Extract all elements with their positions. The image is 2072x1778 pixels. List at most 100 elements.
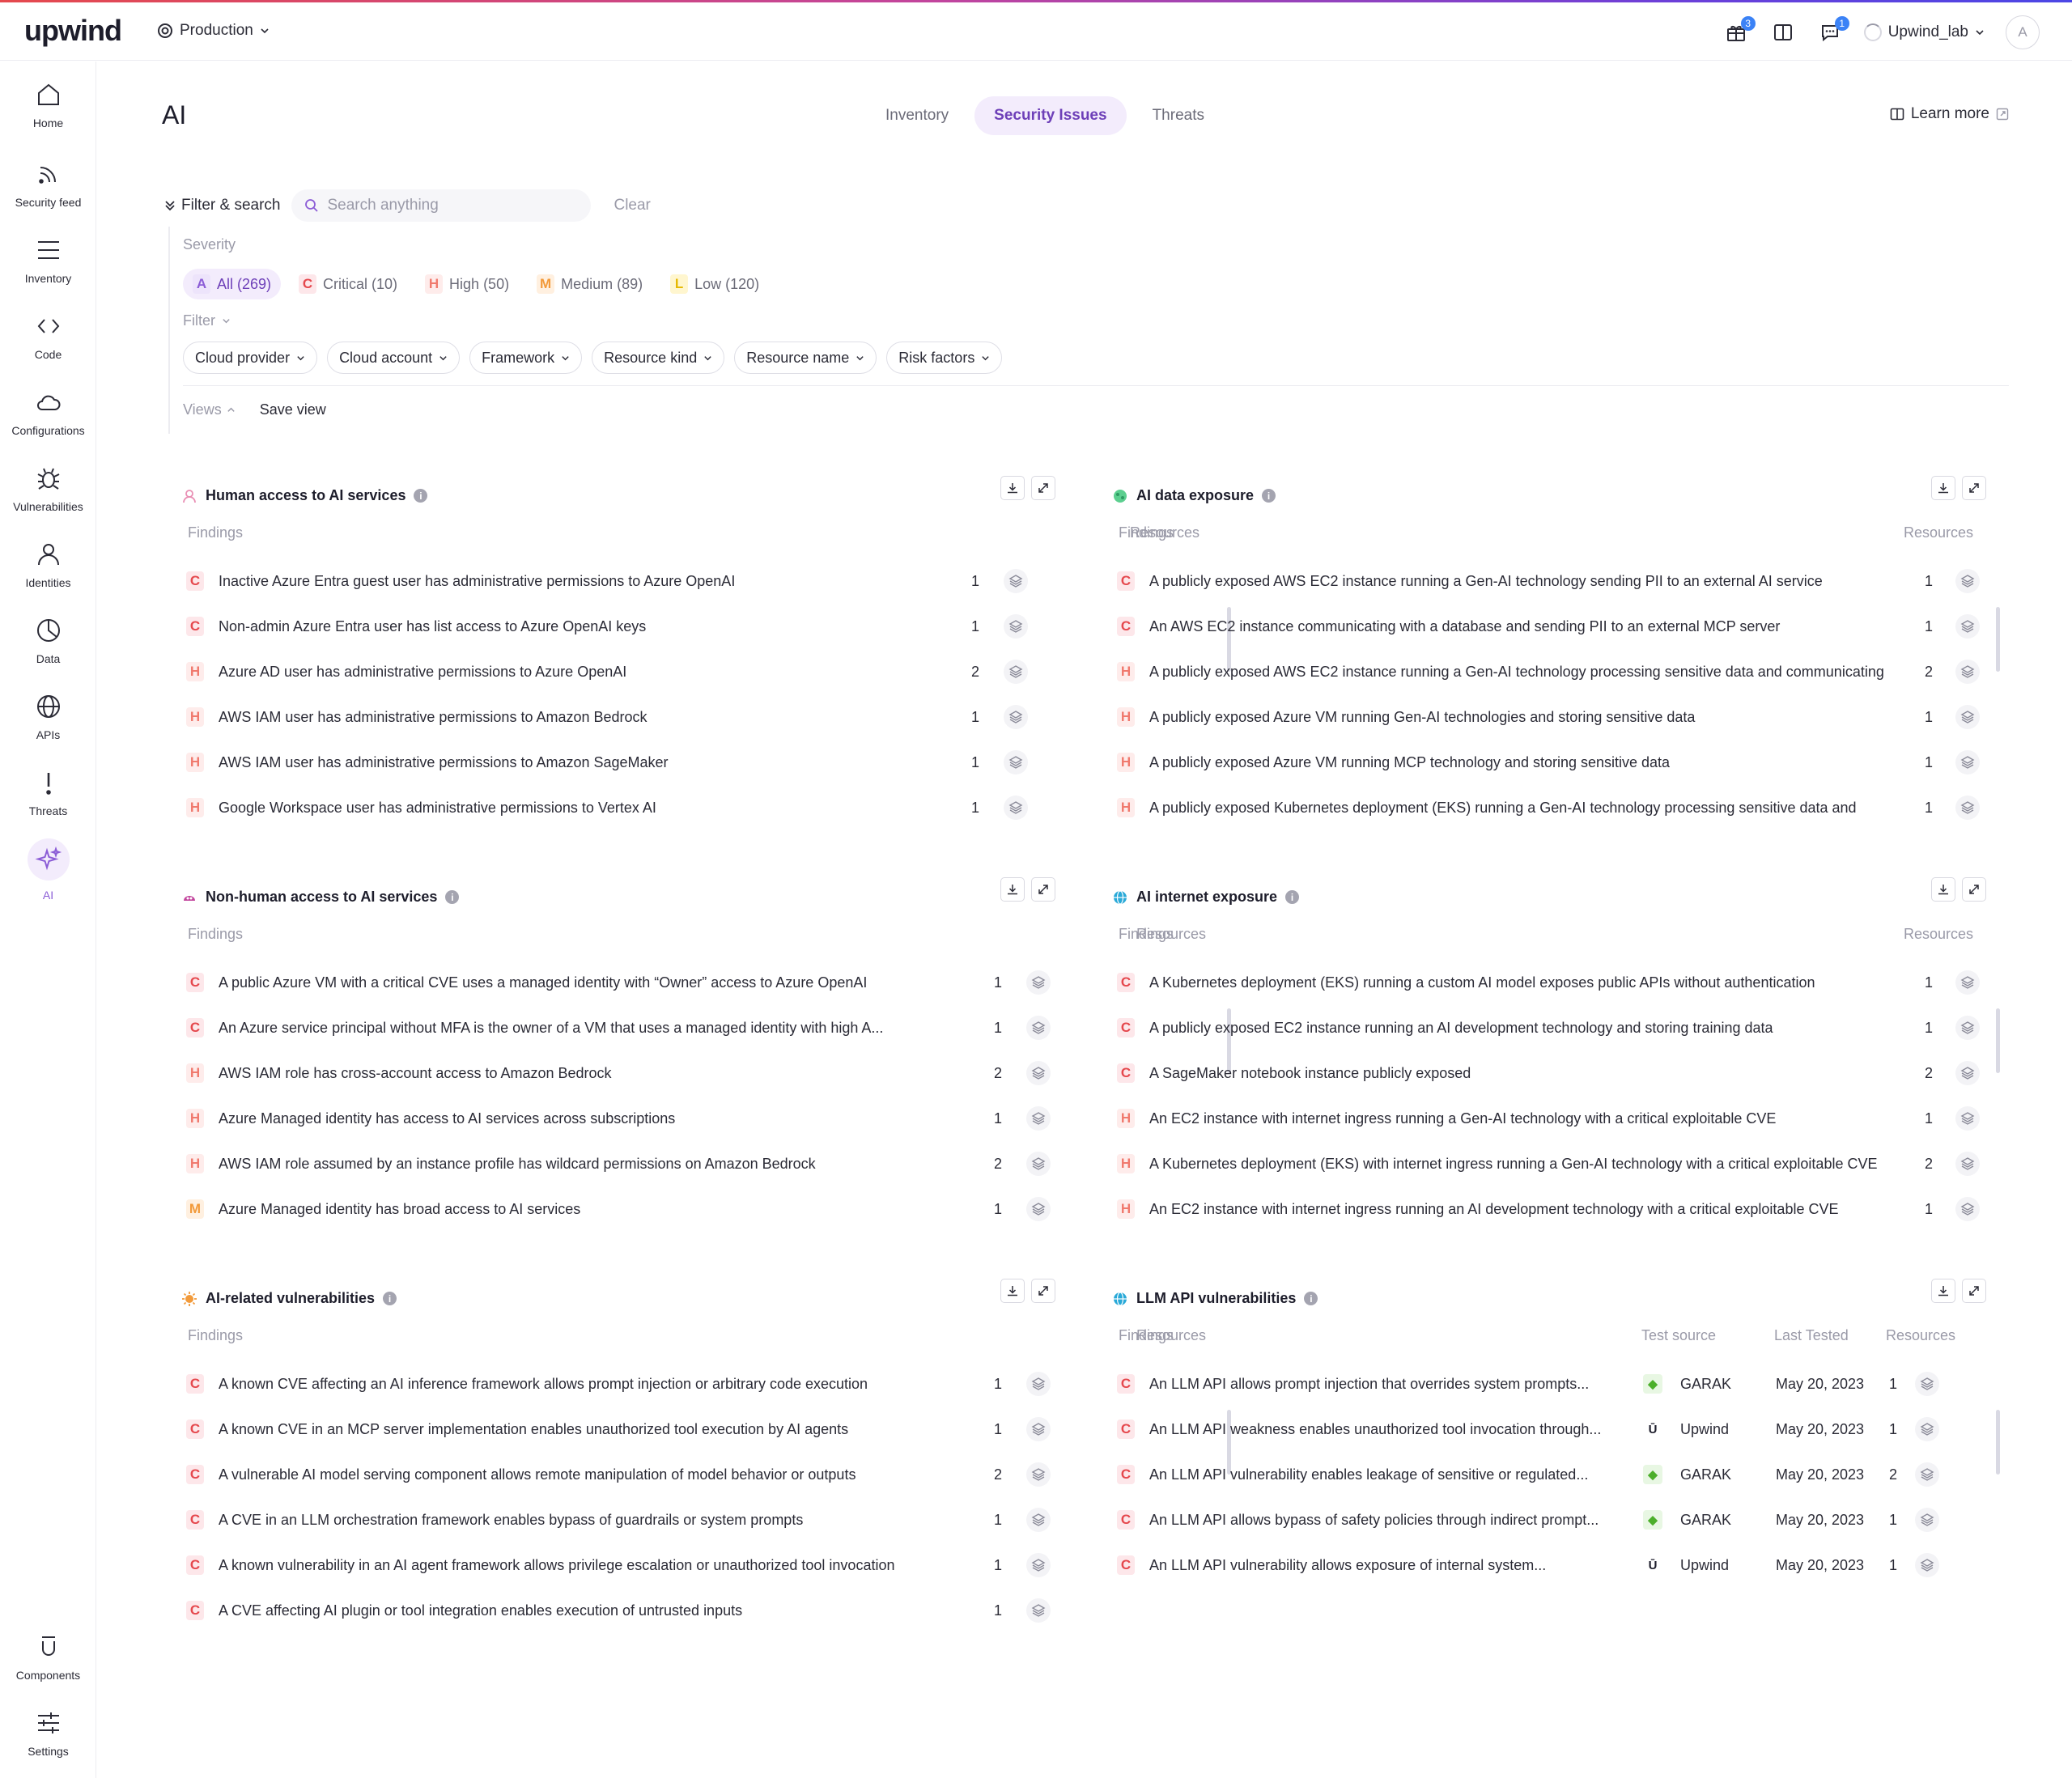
- resources-button[interactable]: [1026, 1508, 1051, 1532]
- finding-row[interactable]: C A known CVE in an MCP server implementa…: [162, 1407, 1051, 1452]
- finding-row[interactable]: H Azure AD user has administrative permis…: [162, 649, 1044, 694]
- resources-button[interactable]: [1026, 970, 1051, 995]
- finding-row[interactable]: C A known CVE affecting an AI inference f…: [162, 1361, 1051, 1407]
- finding-row[interactable]: H An EC2 instance with internet ingress r…: [1093, 1186, 1980, 1232]
- finding-row[interactable]: C A Kubernetes deployment (EKS) running a…: [1093, 960, 1980, 1005]
- download-button[interactable]: [1000, 1279, 1025, 1303]
- filter-chip-cloud-provider[interactable]: Cloud provider: [183, 342, 318, 374]
- scrollbar[interactable]: [1996, 1410, 2000, 1475]
- sidebar-item-ai[interactable]: AI: [0, 838, 96, 902]
- finding-row[interactable]: C An Azure service principal without MFA …: [162, 1005, 1051, 1050]
- filter-chip-resource-name[interactable]: Resource name: [734, 342, 877, 374]
- resources-button[interactable]: [1026, 1106, 1051, 1131]
- resources-button[interactable]: [1026, 1372, 1051, 1396]
- sidebar-item-threats[interactable]: Threats: [0, 769, 96, 817]
- resources-button[interactable]: [1026, 1016, 1051, 1040]
- finding-row[interactable]: C A public Azure VM with a critical CVE u…: [162, 960, 1051, 1005]
- severity-high[interactable]: H High (50): [415, 269, 519, 299]
- resources-button[interactable]: [1915, 1553, 1939, 1577]
- search-input[interactable]: [327, 197, 571, 214]
- resources-button[interactable]: [1955, 1061, 1980, 1085]
- save-view-button[interactable]: Save view: [260, 401, 326, 418]
- resources-button[interactable]: [1026, 1598, 1051, 1623]
- finding-row[interactable]: H Google Workspace user has administrativ…: [162, 785, 1044, 830]
- finding-row[interactable]: H A publicly exposed Azure VM running Gen…: [1093, 694, 1980, 740]
- severity-critical[interactable]: C Critical (10): [289, 269, 407, 299]
- info-icon[interactable]: i: [383, 1292, 397, 1305]
- learn-more-link[interactable]: Learn more: [1890, 105, 2009, 123]
- finding-row[interactable]: H AWS IAM user has administrative permiss…: [162, 740, 1044, 785]
- finding-row[interactable]: C An LLM API vulnerability allows exposur…: [1093, 1542, 1975, 1588]
- severity-low[interactable]: L Low (120): [660, 269, 769, 299]
- resources-button[interactable]: [1004, 705, 1028, 729]
- sidebar-item-settings[interactable]: Settings: [0, 1709, 96, 1758]
- sidebar-item-data[interactable]: Data: [0, 617, 96, 665]
- finding-row[interactable]: C Non-admin Azure Entra user has list acc…: [162, 604, 1044, 649]
- resources-button[interactable]: [1955, 970, 1980, 995]
- scrollbar[interactable]: [1996, 1008, 2000, 1073]
- download-button[interactable]: [1000, 877, 1025, 902]
- download-button[interactable]: [1000, 476, 1025, 500]
- finding-row[interactable]: C A vulnerable AI model serving component…: [162, 1452, 1051, 1497]
- resources-button[interactable]: [1026, 1152, 1051, 1176]
- info-icon[interactable]: i: [1262, 489, 1276, 503]
- resources-button[interactable]: [1004, 660, 1028, 684]
- download-button[interactable]: [1931, 877, 1955, 902]
- sidebar-item-inventory[interactable]: Inventory: [0, 236, 96, 285]
- severity-medium[interactable]: M Medium (89): [527, 269, 652, 299]
- resources-button[interactable]: [1026, 1417, 1051, 1441]
- resources-button[interactable]: [1026, 1197, 1051, 1221]
- environment-selector[interactable]: Production: [157, 22, 270, 40]
- resources-button[interactable]: [1915, 1508, 1939, 1532]
- finding-row[interactable]: C A publicly exposed AWS EC2 instance run…: [1093, 558, 1980, 604]
- finding-row[interactable]: C Inactive Azure Entra guest user has adm…: [162, 558, 1044, 604]
- resources-button[interactable]: [1955, 660, 1980, 684]
- resources-button[interactable]: [1026, 1061, 1051, 1085]
- finding-row[interactable]: C A publicly exposed EC2 instance running…: [1093, 1005, 1980, 1050]
- gift-button[interactable]: 3: [1723, 16, 1756, 45]
- finding-row[interactable]: H AWS IAM role assumed by an instance pro…: [162, 1141, 1051, 1186]
- sidebar-item-apis[interactable]: APIs: [0, 693, 96, 741]
- info-icon[interactable]: i: [1285, 890, 1300, 904]
- finding-row[interactable]: C A CVE in an LLM orchestration framework…: [162, 1497, 1051, 1542]
- finding-row[interactable]: H A publicly exposed Azure VM running MCP…: [1093, 740, 1980, 785]
- resources-button[interactable]: [1915, 1372, 1939, 1396]
- sidebar-item-security-feed[interactable]: Security feed: [0, 160, 96, 209]
- finding-row[interactable]: H An EC2 instance with internet ingress r…: [1093, 1096, 1980, 1141]
- finding-row[interactable]: C An LLM API weakness enables unauthorize…: [1093, 1407, 1975, 1452]
- sidebar-item-identities[interactable]: Identities: [0, 541, 96, 589]
- expand-button[interactable]: [1962, 877, 1986, 902]
- tab-threats[interactable]: Threats: [1133, 96, 1224, 135]
- views-toggle[interactable]: Views: [183, 401, 236, 418]
- finding-row[interactable]: C A CVE affecting AI plugin or tool integ…: [162, 1588, 1051, 1633]
- resources-button[interactable]: [1026, 1553, 1051, 1577]
- resources-button[interactable]: [1955, 1152, 1980, 1176]
- resources-button[interactable]: [1004, 750, 1028, 774]
- clear-button[interactable]: Clear: [614, 197, 650, 214]
- info-icon[interactable]: i: [445, 890, 460, 904]
- resources-button[interactable]: [1955, 796, 1980, 820]
- info-icon[interactable]: i: [414, 489, 428, 503]
- expand-button[interactable]: [1031, 1279, 1055, 1303]
- finding-row[interactable]: H Azure Managed identity has access to AI…: [162, 1096, 1051, 1141]
- sidebar-item-home[interactable]: Home: [0, 81, 96, 129]
- filter-chip-framework[interactable]: Framework: [469, 342, 583, 374]
- tab-inventory[interactable]: Inventory: [866, 96, 968, 135]
- finding-row[interactable]: H AWS IAM role has cross-account access t…: [162, 1050, 1051, 1096]
- finding-row[interactable]: C A SageMaker notebook instance publicly …: [1093, 1050, 1980, 1096]
- resources-button[interactable]: [1955, 614, 1980, 639]
- resources-button[interactable]: [1004, 614, 1028, 639]
- filter-chip-risk-factors[interactable]: Risk factors: [886, 342, 1003, 374]
- filter-chip-cloud-account[interactable]: Cloud account: [327, 342, 461, 374]
- resources-button[interactable]: [1955, 705, 1980, 729]
- severity-all[interactable]: A All (269): [183, 269, 282, 299]
- filter-section-toggle[interactable]: Filter: [183, 312, 231, 329]
- expand-button[interactable]: [1962, 1279, 1986, 1303]
- finding-row[interactable]: M Azure Managed identity has broad access…: [162, 1186, 1051, 1232]
- finding-row[interactable]: C An AWS EC2 instance communicating with …: [1093, 604, 1980, 649]
- finding-row[interactable]: C An LLM API allows prompt injection that…: [1093, 1361, 1975, 1407]
- resources-button[interactable]: [1955, 750, 1980, 774]
- scrollbar[interactable]: [1996, 607, 2000, 672]
- filter-chip-resource-kind[interactable]: Resource kind: [592, 342, 725, 374]
- sidebar-item-code[interactable]: Code: [0, 312, 96, 361]
